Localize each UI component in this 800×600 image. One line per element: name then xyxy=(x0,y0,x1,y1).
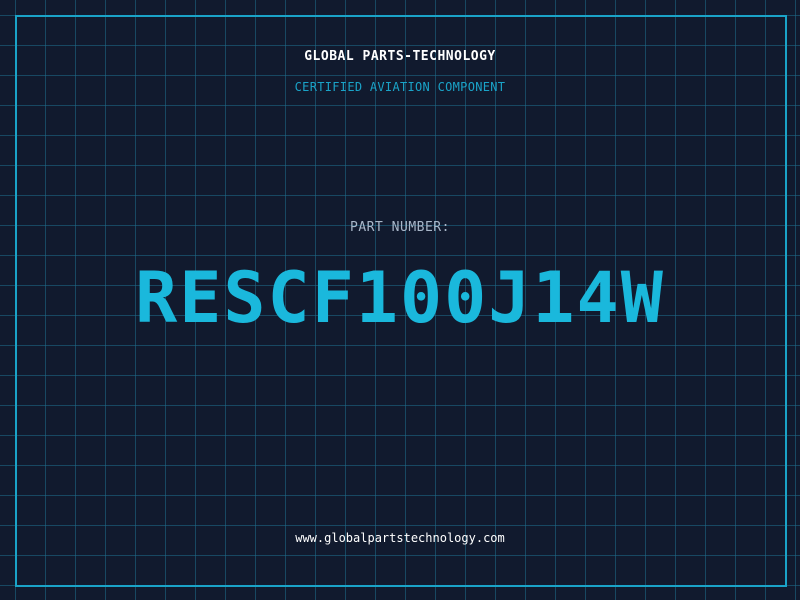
website-url: www.globalpartstechnology.com xyxy=(295,531,505,545)
certification-tagline: CERTIFIED AVIATION COMPONENT xyxy=(294,80,506,94)
part-number-value: RESCF100J14W xyxy=(135,257,665,339)
part-number-label: PART NUMBER: xyxy=(350,220,450,235)
company-name: GLOBAL PARTS-TECHNOLOGY xyxy=(304,49,496,64)
